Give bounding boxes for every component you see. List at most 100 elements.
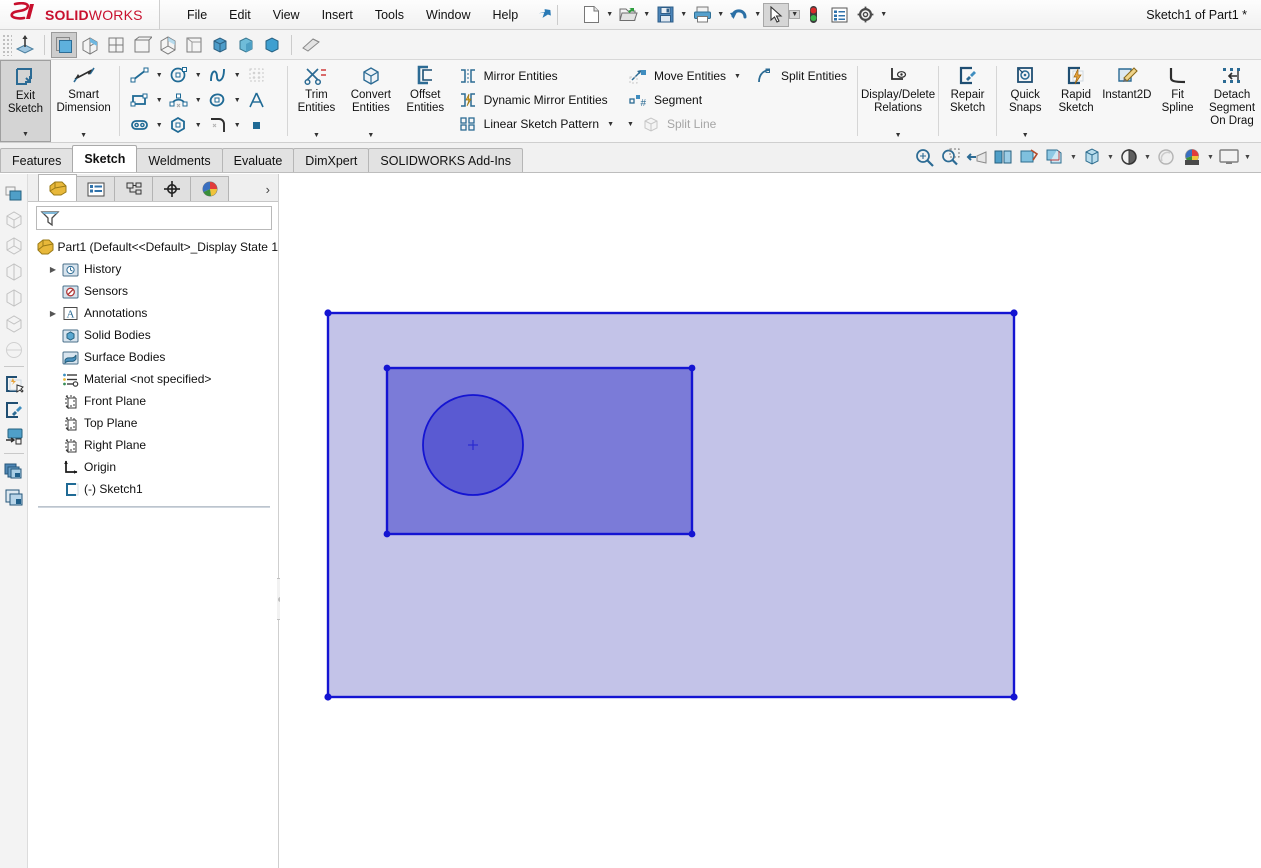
smart-dimension-button[interactable]: Smart Dimension ▼ — [51, 60, 116, 142]
cascade-windows-icon[interactable] — [2, 484, 26, 510]
display-delete-relations-dropdown[interactable]: ▼ — [895, 132, 902, 142]
print-icon[interactable] — [689, 3, 715, 27]
view-settings-icon[interactable] — [1179, 144, 1205, 170]
view-left-icon[interactable] — [2, 258, 26, 284]
fillet-dropdown[interactable]: ▼ — [231, 122, 243, 129]
menu-window[interactable]: Window — [415, 4, 481, 26]
text-icon[interactable] — [244, 88, 270, 112]
fit-spline-button[interactable]: Fit Spline — [1152, 60, 1203, 142]
line-dropdown[interactable]: ▼ — [153, 72, 165, 79]
history-expander[interactable]: ▶ — [46, 265, 60, 274]
tree-node-solid-bodies[interactable]: Solid Bodies — [34, 324, 278, 346]
tab-weldments[interactable]: Weldments — [136, 148, 223, 172]
menu-file[interactable]: File — [176, 4, 218, 26]
spline-dropdown[interactable]: ▼ — [231, 72, 243, 79]
view-normal-to-icon[interactable] — [2, 180, 26, 206]
exit-sketch-button[interactable]: Exit Sketch ▼ — [0, 60, 51, 142]
select-cursor-icon[interactable] — [763, 2, 790, 27]
right-view-icon[interactable] — [155, 32, 181, 58]
spline-icon[interactable] — [205, 63, 231, 87]
settings-dropdown[interactable]: ▼ — [878, 11, 889, 18]
move-entities-dropdown[interactable]: ▼ — [734, 73, 741, 80]
mirror-entities-row[interactable]: Mirror Entities — [455, 64, 619, 88]
feature-manager-tab[interactable] — [38, 174, 77, 201]
display-style-icon[interactable] — [1042, 144, 1068, 170]
section-view-icon[interactable] — [298, 32, 324, 58]
undo-icon[interactable] — [726, 3, 752, 27]
exit-sketch-dropdown[interactable]: ▼ — [22, 131, 29, 141]
trimetric-view-icon[interactable] — [77, 32, 103, 58]
dimxpert-manager-tab[interactable] — [152, 176, 191, 201]
annotations-expander[interactable]: ▶ — [46, 309, 60, 318]
shaded-cube-2-icon[interactable] — [233, 32, 259, 58]
instant2d-button[interactable]: Instant2D — [1101, 60, 1152, 142]
offset-entities-button[interactable]: Offset Entities — [400, 60, 451, 142]
polygon-icon[interactable] — [166, 113, 192, 137]
tree-node-front-plane[interactable]: Front Plane — [34, 390, 278, 412]
detach-segment-button[interactable]: Detach Segment On Drag — [1203, 60, 1261, 142]
slot-dropdown[interactable]: ▼ — [153, 122, 165, 129]
view-settings-dropdown[interactable]: ▼ — [1205, 154, 1216, 161]
tree-node-sensors[interactable]: Sensors — [34, 280, 278, 302]
tree-node-right-plane[interactable]: Right Plane — [34, 434, 278, 456]
options-list-icon[interactable] — [826, 3, 852, 27]
display-monitor-icon[interactable] — [2, 423, 26, 449]
new-sketch-icon[interactable] — [2, 371, 26, 397]
sket ch-canvas[interactable] — [280, 174, 1261, 868]
convert-entities-button[interactable]: Convert Entities ▼ — [342, 60, 400, 142]
rebuild-icon[interactable] — [800, 3, 826, 27]
view-orientation-icon[interactable] — [1016, 144, 1042, 170]
slot-icon[interactable] — [127, 113, 153, 137]
pin-icon[interactable] — [533, 3, 555, 25]
rectangle-dropdown[interactable]: ▼ — [153, 97, 165, 104]
split-entities-row[interactable]: Split Entities — [752, 64, 852, 88]
save-dropdown[interactable]: ▼ — [678, 11, 689, 18]
linear-sketch-pattern-row[interactable]: Linear Sketch Pattern ▼ — [455, 112, 619, 136]
menu-help[interactable]: Help — [482, 4, 530, 26]
open-document-dropdown[interactable]: ▼ — [641, 11, 652, 18]
settings-gear-icon[interactable] — [852, 3, 878, 27]
tree-filter-bar[interactable] — [36, 206, 272, 230]
top-view-icon[interactable] — [129, 32, 155, 58]
tab-evaluate[interactable]: Evaluate — [221, 148, 295, 172]
edit-appearance-dropdown[interactable]: ▼ — [1142, 154, 1153, 161]
display-delete-relations-button[interactable]: Display/Delete Relations ▼ — [861, 60, 935, 142]
sketch-pattern-icon[interactable] — [244, 63, 270, 87]
line-icon[interactable] — [127, 63, 153, 87]
view-front-icon[interactable] — [2, 206, 26, 232]
dynamic-mirror-row[interactable]: Dynamic Mirror Entities — [455, 88, 619, 112]
convert-entities-dropdown[interactable]: ▼ — [367, 132, 374, 142]
tree-node-sketch1[interactable]: (-) Sketch1 — [34, 478, 278, 500]
tile-windows-icon[interactable] — [2, 458, 26, 484]
shaded-cube-1-icon[interactable] — [207, 32, 233, 58]
trim-entities-dropdown[interactable]: ▼ — [313, 132, 320, 142]
apply-scene-icon[interactable] — [1153, 144, 1179, 170]
hide-show-items-dropdown[interactable]: ▼ — [1105, 154, 1116, 161]
polygon-dropdown[interactable]: ▼ — [192, 122, 204, 129]
tree-node-origin[interactable]: Origin — [34, 456, 278, 478]
view-back-icon[interactable] — [2, 232, 26, 258]
repair-sketch-button[interactable]: Repair Sketch — [942, 60, 993, 142]
zoom-to-area-icon[interactable] — [938, 144, 964, 170]
property-manager-tab[interactable] — [76, 176, 115, 201]
tab-dimxpert[interactable]: DimXpert — [293, 148, 370, 172]
smart-dimension-dropdown[interactable]: ▼ — [80, 132, 87, 142]
arc-icon[interactable] — [166, 88, 192, 112]
point-icon[interactable] — [244, 113, 270, 137]
undo-dropdown[interactable]: ▼ — [752, 11, 763, 18]
configuration-manager-tab[interactable] — [114, 176, 153, 201]
tree-node-top-plane[interactable]: Top Plane — [34, 412, 278, 434]
quick-snaps-dropdown[interactable]: ▼ — [1022, 132, 1029, 142]
zoom-to-fit-icon[interactable] — [912, 144, 938, 170]
tree-node-annotations[interactable]: ▶ A Annotations — [34, 302, 278, 324]
tab-sketch[interactable]: Sketch — [72, 145, 138, 172]
new-document-icon[interactable] — [578, 3, 604, 27]
select-cursor-dropdown[interactable]: ▼ — [789, 10, 801, 19]
menu-edit[interactable]: Edit — [218, 4, 262, 26]
tab-features[interactable]: Features — [0, 148, 74, 172]
toolbar-grip[interactable] — [2, 33, 12, 56]
menu-view[interactable]: View — [262, 4, 311, 26]
tree-node-history[interactable]: ▶ History — [34, 258, 278, 280]
split-line-row[interactable]: ▼ Split Line — [625, 112, 746, 136]
front-view-icon[interactable] — [103, 32, 129, 58]
